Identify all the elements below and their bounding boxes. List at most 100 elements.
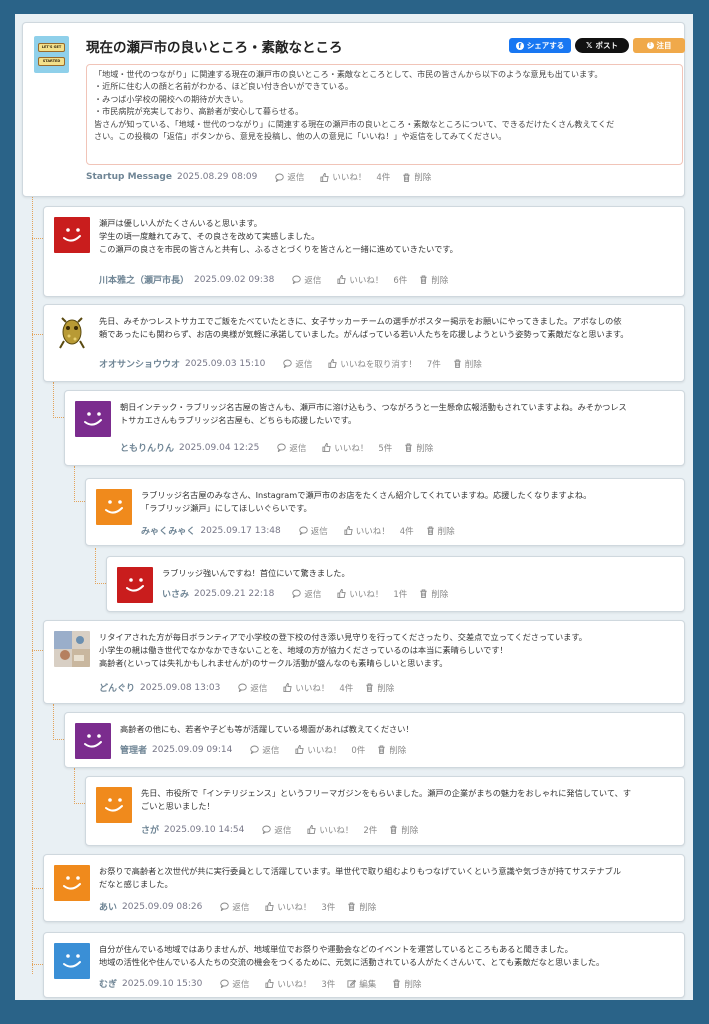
author-name[interactable]: 管理者 <box>120 743 147 756</box>
like-button[interactable]: いいね！ <box>307 824 353 836</box>
post-date: 2025.09.17 13:48 <box>200 525 281 536</box>
reply-button[interactable]: 返信 <box>250 744 279 756</box>
speech-bubble-icon <box>220 902 230 911</box>
like-count: 0件 <box>351 745 366 756</box>
speech-bubble-icon <box>283 359 293 368</box>
author-name[interactable]: いさみ <box>162 587 189 600</box>
like-count: 5件 <box>378 443 393 454</box>
speech-bubble-icon <box>292 275 302 284</box>
reply-button[interactable]: 返信 <box>292 588 321 600</box>
author-name[interactable]: 川本雅之（瀬戸市長） <box>99 273 189 286</box>
reply-button[interactable]: 返信 <box>277 442 306 454</box>
delete-button[interactable]: 削除 <box>392 978 421 990</box>
like-button[interactable]: いいね！ <box>322 442 368 454</box>
thread-line <box>53 704 64 740</box>
delete-button[interactable]: 削除 <box>365 682 394 694</box>
post-date: 2025.09.10 15:30 <box>122 978 203 989</box>
delete-button[interactable]: 削除 <box>402 171 431 183</box>
trash-icon <box>420 275 427 284</box>
avatar[interactable] <box>75 401 111 437</box>
speech-bubble-icon <box>292 589 302 598</box>
avatar[interactable] <box>117 567 153 603</box>
author-name[interactable]: むぎ <box>99 977 117 990</box>
like-count: 2件 <box>363 825 378 836</box>
like-count: 4件 <box>339 683 354 694</box>
delete-button[interactable]: 削除 <box>419 274 448 286</box>
avatar[interactable] <box>54 217 90 253</box>
reply-button[interactable]: 返信 <box>220 978 249 990</box>
trash-icon <box>393 979 400 988</box>
avatar[interactable] <box>96 489 132 525</box>
thumbs-up-icon <box>265 979 274 988</box>
thread-line <box>32 888 43 889</box>
author-name[interactable]: オオサンショウウオ <box>99 357 180 370</box>
trash-icon <box>427 526 434 535</box>
thread-line <box>53 382 64 418</box>
reply-button[interactable]: 返信 <box>275 171 304 183</box>
comment-meta: むぎ 2025.09.10 15:30 返信 いいね！ 3件 編集 削除 <box>99 977 437 991</box>
like-button[interactable]: いいね！ <box>344 525 390 537</box>
delete-button[interactable]: 削除 <box>426 525 455 537</box>
like-button[interactable]: いいね！ <box>320 171 366 183</box>
like-button[interactable]: いいね！ <box>337 274 383 286</box>
author-name[interactable]: ともりんりん <box>120 441 174 454</box>
post-date: 2025.09.10 14:54 <box>164 824 245 835</box>
comment-card: 瀬戸は優しい人がたくさんいると思います。 学生の頃一度離れてみて、その良さを改め… <box>43 206 685 297</box>
like-button[interactable]: いいね！ <box>265 901 311 913</box>
speech-bubble-icon <box>250 745 260 754</box>
delete-button[interactable]: 削除 <box>453 358 482 370</box>
reply-button[interactable]: 返信 <box>292 274 321 286</box>
delete-button[interactable]: 削除 <box>377 744 406 756</box>
comment-text: ラブリッジ名古屋のみなさん、Instagramで瀬戸市のお店をたくさん紹介してく… <box>141 490 592 514</box>
thumbs-up-icon <box>265 902 274 911</box>
trash-icon <box>348 902 355 911</box>
like-count: 4件 <box>399 526 414 537</box>
like-button[interactable]: いいね！ <box>295 744 341 756</box>
comment-text: お祭りで高齢者と次世代が共に実行委員として活躍しています。単世代で取り組むよりも… <box>99 866 622 890</box>
reply-button[interactable]: 返信 <box>220 901 249 913</box>
info-icon: ! <box>646 42 654 49</box>
author-name[interactable]: さが <box>141 823 159 836</box>
post-date: 2025.09.03 15:10 <box>185 358 266 369</box>
reply-button[interactable]: 返信 <box>298 525 328 537</box>
delete-button[interactable]: 削除 <box>389 824 418 836</box>
attention-button[interactable]: ! 注目 <box>633 38 685 53</box>
avatar[interactable] <box>54 631 90 667</box>
author-name: Startup Message <box>86 172 172 182</box>
post-date: 2025.09.04 12:25 <box>179 442 260 453</box>
comment-meta: 川本雅之（瀬戸市長） 2025.09.02 09:38 返信 いいね！ 6件 削除 <box>99 273 464 287</box>
post-date: 2025.09.08 13:03 <box>140 682 221 693</box>
facebook-share-button[interactable]: f シェアする <box>509 38 571 53</box>
avatar[interactable] <box>54 315 90 351</box>
reply-button[interactable]: 返信 <box>238 682 267 694</box>
avatar[interactable] <box>54 943 90 979</box>
comment-meta: さが 2025.09.10 14:54 返信 いいね！ 2件 削除 <box>141 823 434 837</box>
post-date: 2025.09.02 09:38 <box>194 274 275 285</box>
like-count: 4件 <box>376 173 391 183</box>
author-name[interactable]: あい <box>99 900 117 913</box>
speech-bubble-icon <box>275 173 285 182</box>
x-post-button[interactable]: 𝕏 ポスト <box>575 38 629 53</box>
comment-text: 先日、みそかつレストサカエでご飯をたべていたときに、女子サッカーチームの選手がポ… <box>99 316 629 340</box>
avatar[interactable] <box>75 723 111 759</box>
comment-text: 瀬戸は優しい人がたくさんいると思います。 学生の頃一度離れてみて、その良さを改め… <box>99 218 458 255</box>
delete-button[interactable]: 削除 <box>404 442 433 454</box>
edit-button[interactable]: 編集 <box>347 978 376 990</box>
like-button[interactable]: いいねを取り消す！ <box>328 358 417 370</box>
startup-message-body: 「地域・世代のつながり」に関連する現在の瀬戸市の良いところ・素敵なところとして、… <box>86 64 683 165</box>
like-count: 1件 <box>393 589 408 600</box>
like-count: 6件 <box>393 275 408 286</box>
reply-button[interactable]: 返信 <box>262 824 291 836</box>
delete-button[interactable]: 削除 <box>419 588 448 600</box>
like-button[interactable]: いいね！ <box>265 978 311 990</box>
author-name[interactable]: みゃくみゃく <box>141 524 195 537</box>
thread-line <box>74 466 85 502</box>
like-button[interactable]: いいね！ <box>283 682 329 694</box>
avatar[interactable] <box>96 787 132 823</box>
author-name[interactable]: どんぐり <box>99 681 135 694</box>
like-button[interactable]: いいね！ <box>337 588 383 600</box>
avatar[interactable] <box>54 865 90 901</box>
delete-button[interactable]: 削除 <box>347 901 376 913</box>
reply-button[interactable]: 返信 <box>283 358 312 370</box>
comment-card: ラブリッジ強いんですね！首位にいて驚きました。 いさみ 2025.09.21 22:… <box>106 556 685 612</box>
